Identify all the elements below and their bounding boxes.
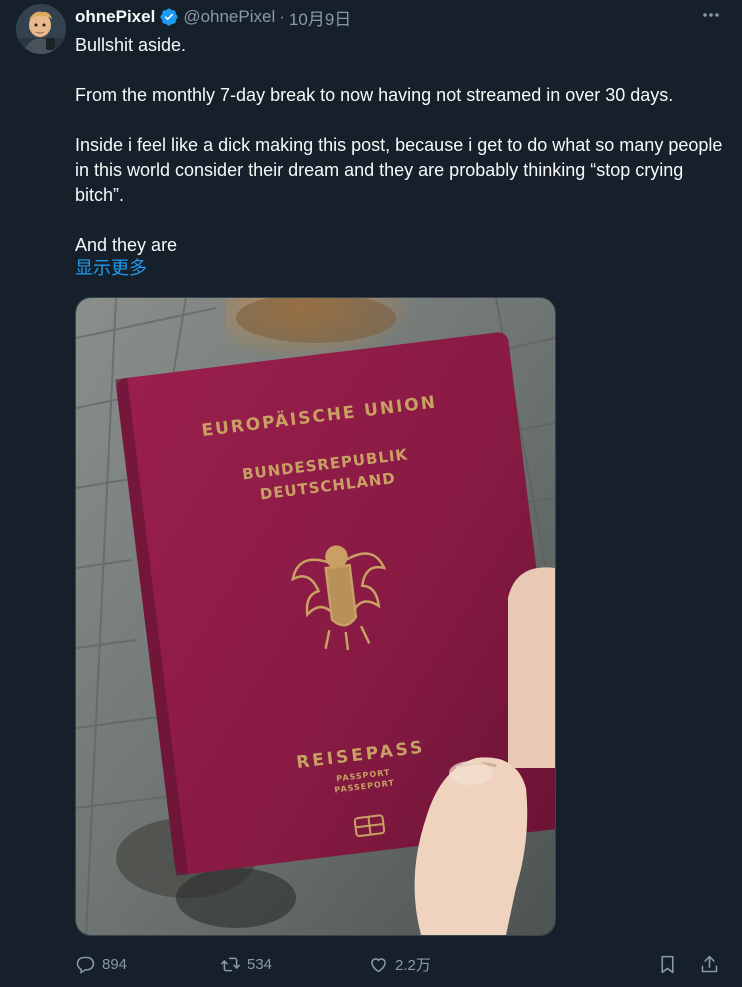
bookmark-button[interactable]	[657, 954, 684, 975]
share-button[interactable]	[699, 954, 726, 975]
show-more-link[interactable]: 显示更多	[75, 256, 147, 281]
tweet-header: ohnePixel @ohnePixel · 10月9日	[75, 5, 726, 29]
tweet-photo[interactable]: EUROPÄISCHE UNION BUNDESREPUBLIK DEUTSCH…	[75, 297, 556, 936]
handle[interactable]: @ohnePixel	[183, 7, 275, 27]
avatar-image	[16, 4, 66, 54]
avatar[interactable]	[16, 4, 66, 54]
retweet-button[interactable]: 534	[220, 954, 272, 975]
more-options-button[interactable]	[700, 4, 722, 26]
retweet-count: 534	[247, 955, 273, 973]
display-name[interactable]: ohnePixel	[75, 7, 155, 27]
tweet-text: Bullshit aside. From the monthly 7-day b…	[75, 33, 725, 258]
heart-icon	[371, 957, 386, 972]
like-button[interactable]: 2.2万	[368, 954, 431, 975]
share-icon	[701, 955, 718, 972]
action-bar: 894 534 2.2万	[75, 950, 726, 978]
bookmark-icon	[661, 955, 674, 973]
retweet-icon	[220, 957, 241, 971]
timestamp[interactable]: 10月9日	[289, 5, 351, 30]
tweet: ohnePixel @ohnePixel · 10月9日 Bullshit as…	[0, 0, 742, 987]
tweet-paragraph: And they are	[75, 235, 178, 255]
reply-button[interactable]: 894	[75, 954, 127, 975]
tweet-paragraph: Inside i feel like a dick making this po…	[75, 135, 723, 205]
tweet-paragraph: Bullshit aside.	[75, 35, 187, 55]
verified-badge-icon[interactable]	[159, 7, 179, 27]
reply-icon	[76, 956, 95, 974]
separator-dot: ·	[279, 7, 285, 26]
passport-photo: EUROPÄISCHE UNION BUNDESREPUBLIK DEUTSCH…	[76, 298, 555, 935]
more-icon	[703, 13, 719, 17]
tweet-paragraph: From the monthly 7-day break to now havi…	[75, 85, 674, 105]
like-count: 2.2万	[395, 956, 431, 974]
reply-count: 894	[102, 955, 128, 973]
